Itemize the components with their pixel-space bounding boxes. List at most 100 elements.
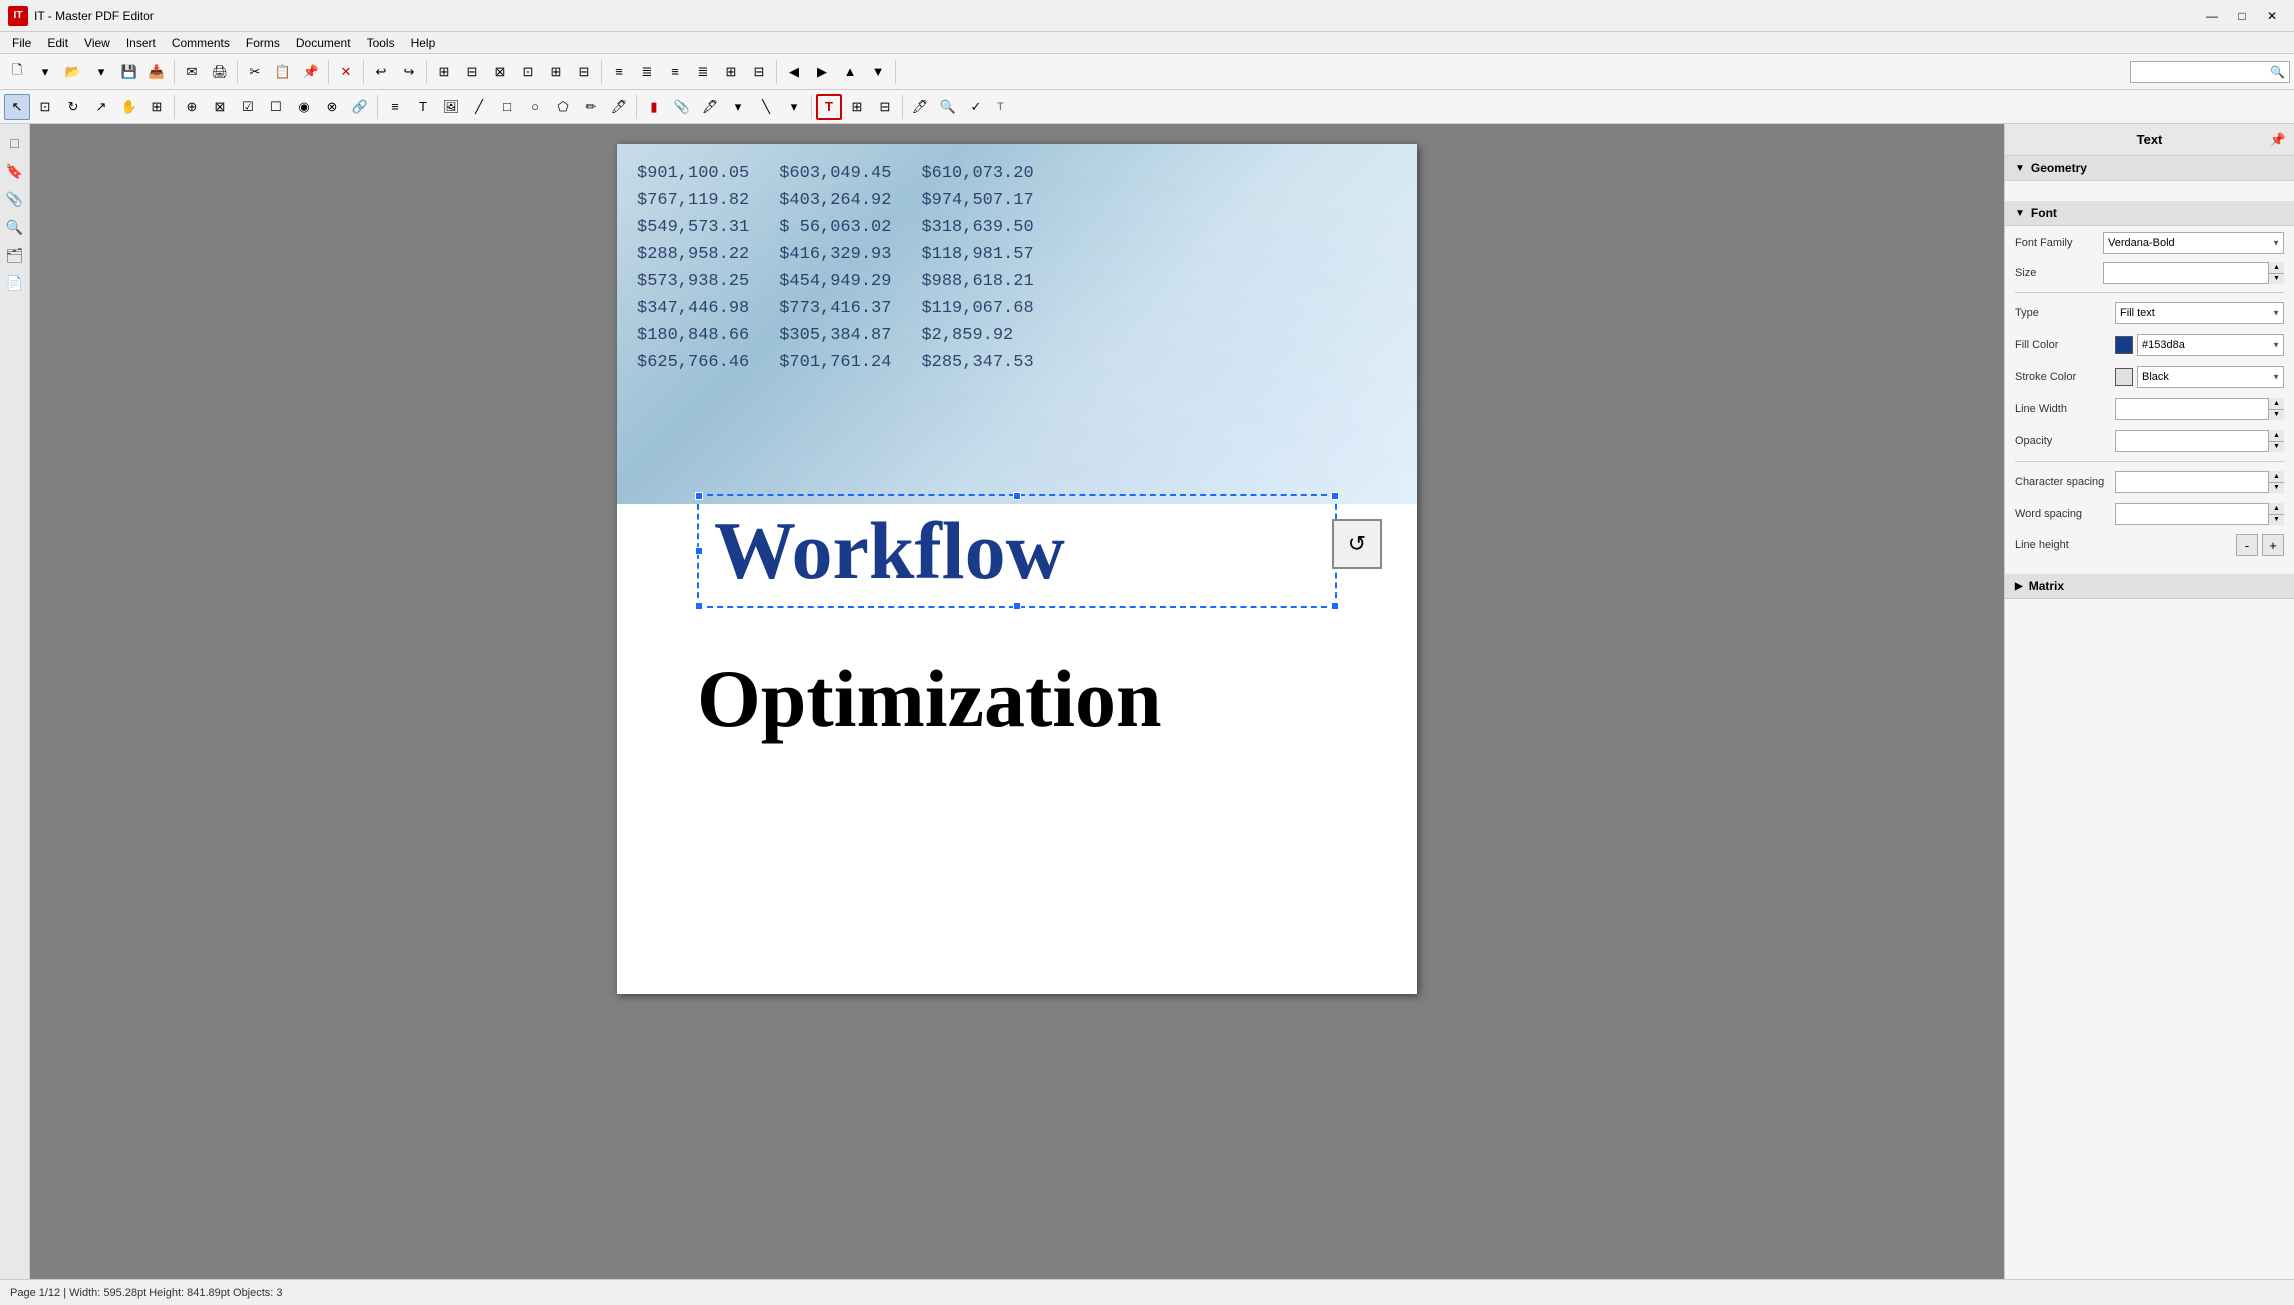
line-height-minus[interactable]: - (2236, 534, 2258, 556)
stamp-tool[interactable]: ⊗ (319, 94, 345, 120)
opacity-up[interactable]: ▲ (2269, 430, 2284, 442)
char-spacing-down[interactable]: ▼ (2269, 483, 2284, 494)
bookmark-icon[interactable]: 🔖 (4, 160, 26, 182)
line-width-input[interactable]: 1 (2115, 398, 2284, 420)
bookmark-tool[interactable]: ⊟ (872, 94, 898, 120)
print-button[interactable]: 🖨 (207, 59, 233, 85)
workflow-selection-box[interactable]: Workflow (697, 494, 1337, 608)
text-edit-tool[interactable]: T (816, 94, 842, 120)
form2-tool[interactable]: ☐ (263, 94, 289, 120)
delete-button[interactable]: ✕ (333, 59, 359, 85)
char-spacing-input[interactable]: 0 (2115, 471, 2284, 493)
layers-icon[interactable]: 🗂 (4, 244, 26, 266)
canvas-area[interactable]: $901,100.05 $603,049.45 $610,073.20 $767… (30, 124, 2004, 1279)
select-tool[interactable]: ↖ (4, 94, 30, 120)
highlight-tool[interactable]: ▮ (641, 94, 667, 120)
select2-tool[interactable]: ⊡ (32, 94, 58, 120)
fill-color-swatch[interactable] (2115, 336, 2133, 354)
stroke-color-select[interactable]: Black (2137, 366, 2284, 388)
save-as-button[interactable]: 📥 (144, 59, 170, 85)
rect-tool[interactable]: □ (494, 94, 520, 120)
eraser-tool[interactable]: ╲ (753, 94, 779, 120)
zoom-tool[interactable]: 🔍 (935, 94, 961, 120)
menu-document[interactable]: Document (288, 34, 359, 52)
center-button[interactable]: ⊞ (543, 59, 569, 85)
undo-button[interactable]: ↩ (368, 59, 394, 85)
search-panel-icon[interactable]: 🔍 (4, 216, 26, 238)
pencil2-tool[interactable]: 🖊 (606, 94, 632, 120)
close-button[interactable]: ✕ (2258, 5, 2286, 27)
font-size-input[interactable]: 22 (2103, 262, 2284, 284)
text-align-tool[interactable]: ≡ (382, 94, 408, 120)
list4-button[interactable]: ≣ (690, 59, 716, 85)
pencil-tool[interactable]: ✏ (578, 94, 604, 120)
down-button[interactable]: ▼ (865, 59, 891, 85)
handle-bottom-right[interactable] (1331, 602, 1339, 610)
word-spacing-up[interactable]: ▲ (2269, 503, 2284, 515)
image-tool[interactable]: 🖼 (438, 94, 464, 120)
list2-button[interactable]: ≣ (634, 59, 660, 85)
handle-bottom-left[interactable] (695, 602, 703, 610)
handle-top-left[interactable] (695, 492, 703, 500)
circle-tool[interactable]: ○ (522, 94, 548, 120)
grid-button[interactable]: ⊞ (718, 59, 744, 85)
move-tool[interactable]: ⊕ (179, 94, 205, 120)
workflow-text[interactable]: Workflow (714, 506, 1320, 596)
cut-button[interactable]: ✂ (242, 59, 268, 85)
font-family-select[interactable]: Verdana-Bold Arial Times New Roman (2103, 232, 2284, 254)
handle-middle-left[interactable] (695, 547, 703, 555)
form-tool[interactable]: ☑ (235, 94, 261, 120)
next-button[interactable]: ▶ (809, 59, 835, 85)
maximize-button[interactable]: □ (2228, 5, 2256, 27)
line-height-plus[interactable]: + (2262, 534, 2284, 556)
menu-insert[interactable]: Insert (118, 34, 164, 52)
select3-tool[interactable]: ⊞ (144, 94, 170, 120)
menu-help[interactable]: Help (403, 34, 444, 52)
open-dropdown[interactable]: ▾ (88, 59, 114, 85)
email-button[interactable]: ✉ (179, 59, 205, 85)
minimize-button[interactable]: — (2198, 5, 2226, 27)
handle-top-middle[interactable] (1013, 492, 1021, 500)
font-size-down[interactable]: ▼ (2269, 274, 2284, 285)
char-spacing-up[interactable]: ▲ (2269, 471, 2284, 483)
menu-edit[interactable]: Edit (39, 34, 76, 52)
line-width-down[interactable]: ▼ (2269, 410, 2284, 421)
align2-button[interactable]: ⊟ (459, 59, 485, 85)
pen2-tool[interactable]: ▾ (725, 94, 751, 120)
word-spacing-down[interactable]: ▼ (2269, 515, 2284, 526)
save-button[interactable]: 💾 (116, 59, 142, 85)
workflow-container[interactable]: Workflow (697, 494, 1337, 608)
menu-view[interactable]: View (76, 34, 118, 52)
geometry-section-header[interactable]: ▼ Geometry (2005, 156, 2294, 181)
new-button[interactable]: 🗋 (4, 59, 30, 85)
new-dropdown[interactable]: ▾ (32, 59, 58, 85)
attachment-icon[interactable]: 📎 (4, 188, 26, 210)
polygon-tool[interactable]: ⬠ (550, 94, 576, 120)
paste-button[interactable]: 📌 (298, 59, 324, 85)
text-tool[interactable]: T (410, 94, 436, 120)
menu-forms[interactable]: Forms (238, 34, 288, 52)
pan-tool[interactable]: ✋ (116, 94, 142, 120)
prev-button[interactable]: ◀ (781, 59, 807, 85)
word-spacing-input[interactable]: 0 (2115, 503, 2284, 525)
list-button[interactable]: ≡ (606, 59, 632, 85)
pen-tool[interactable]: 🖋 (697, 94, 723, 120)
handle-bottom-middle[interactable] (1013, 602, 1021, 610)
crop-tool[interactable]: ⊠ (207, 94, 233, 120)
matrix-section-header[interactable]: ▶ Matrix (2005, 574, 2294, 599)
distrib-button[interactable]: ⊟ (571, 59, 597, 85)
copy-button[interactable]: 📋 (270, 59, 296, 85)
line-tool[interactable]: ╱ (466, 94, 492, 120)
pages-icon[interactable]: 📄 (4, 272, 26, 294)
stroke-color-swatch[interactable] (2115, 368, 2133, 386)
page-nav-icon[interactable]: □ (4, 132, 26, 154)
pointer-tool[interactable]: ↗ (88, 94, 114, 120)
radio-tool[interactable]: ◉ (291, 94, 317, 120)
font-size-up[interactable]: ▲ (2269, 262, 2284, 274)
type-select[interactable]: Fill text Stroke text Fill and stroke (2115, 302, 2284, 324)
pin-icon[interactable]: 📌 (2270, 132, 2286, 148)
open-button[interactable]: 📂 (60, 59, 86, 85)
fill-color-select[interactable]: #153d8a (2137, 334, 2284, 356)
search-input[interactable] (2135, 66, 2270, 78)
wand-tool[interactable]: 🖊 (907, 94, 933, 120)
